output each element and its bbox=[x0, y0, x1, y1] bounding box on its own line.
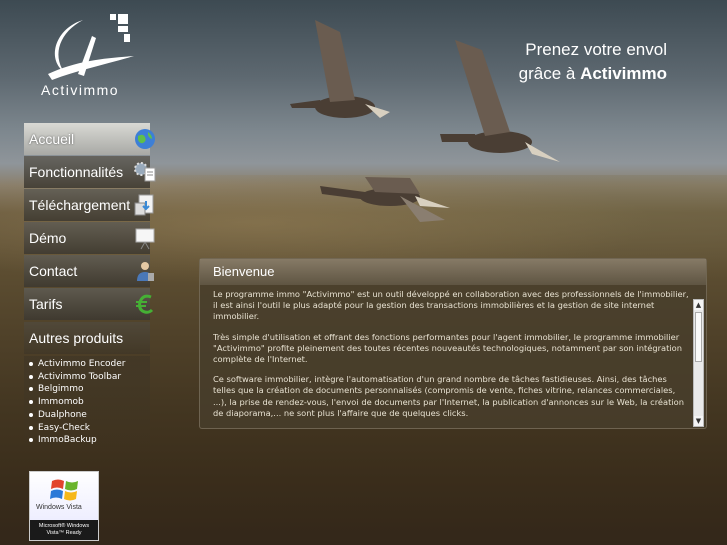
other-products-title: Autres produits bbox=[24, 322, 150, 354]
main-nav: Accueil Fonctionnalités Téléchargement D… bbox=[24, 123, 156, 321]
vista-logo-text: Windows Vista bbox=[36, 504, 82, 511]
nav-item-telechargement[interactable]: Téléchargement bbox=[24, 189, 154, 221]
welcome-scrollbar[interactable]: ▲ ▼ bbox=[693, 299, 704, 427]
welcome-paragraph: Ce software immobilier, intègre l'automa… bbox=[213, 374, 685, 418]
gears-document-icon bbox=[132, 160, 158, 184]
welcome-title: Bienvenue bbox=[200, 259, 706, 285]
vista-caption-line1: Microsoft® Windows bbox=[38, 523, 90, 529]
nav-item-label: Accueil bbox=[29, 131, 75, 147]
other-products-list: Activimmo Encoder Activimmo Toolbar Belg… bbox=[24, 356, 150, 452]
product-link[interactable]: Activimmo Toolbar bbox=[29, 371, 150, 384]
geese-illustration bbox=[290, 20, 560, 222]
nav-item-accueil[interactable]: Accueil bbox=[24, 123, 155, 155]
scroll-up-icon[interactable]: ▲ bbox=[694, 300, 703, 310]
presentation-board-icon bbox=[132, 226, 158, 250]
product-link[interactable]: Activimmo Encoder bbox=[29, 358, 150, 371]
nav-item-contact[interactable]: Contact bbox=[24, 255, 154, 287]
product-link[interactable]: Dualphone bbox=[29, 409, 150, 422]
welcome-paragraph: Le programme immo "Activimmo" est un out… bbox=[213, 289, 689, 322]
product-link[interactable]: ImmoBackup bbox=[29, 434, 150, 447]
nav-item-label: Tarifs bbox=[29, 296, 63, 312]
welcome-panel: Bienvenue Le programme immo "Activimmo" … bbox=[199, 258, 707, 429]
nav-item-label: Téléchargement bbox=[29, 197, 131, 213]
tagline-brand: Activimmo bbox=[580, 64, 667, 83]
globe-icon bbox=[132, 127, 158, 151]
scroll-thumb[interactable] bbox=[695, 312, 702, 362]
product-link[interactable]: Easy-Check bbox=[29, 422, 150, 435]
product-link[interactable]: Immomob bbox=[29, 396, 150, 409]
windows-logo-icon bbox=[50, 479, 78, 501]
product-link[interactable]: Belgimmo bbox=[29, 383, 150, 396]
nav-item-fonctionnalites[interactable]: Fonctionnalités bbox=[24, 156, 156, 188]
welcome-text[interactable]: Le programme immo "Activimmo" est un out… bbox=[213, 289, 691, 421]
vista-badge-top: Windows Vista bbox=[30, 472, 98, 520]
welcome-paragraph: Très simple d'utilisation et offrant des… bbox=[213, 331, 682, 365]
euro-icon bbox=[132, 292, 158, 316]
scroll-down-icon[interactable]: ▼ bbox=[694, 416, 703, 426]
vista-badge-caption: Microsoft® Windows Vista™ Ready bbox=[30, 520, 98, 540]
nav-item-label: Fonctionnalités bbox=[29, 164, 124, 180]
nav-item-demo[interactable]: Démo bbox=[24, 222, 155, 254]
person-phone-icon bbox=[132, 259, 158, 283]
nav-item-tarifs[interactable]: Tarifs bbox=[24, 288, 154, 320]
logo-text: Activimmo bbox=[41, 82, 120, 98]
vista-caption-line2: Vista™ Ready bbox=[46, 530, 82, 536]
windows-vista-badge[interactable]: Windows Vista Microsoft® Windows Vista™ … bbox=[29, 471, 99, 541]
nav-item-label: Contact bbox=[29, 263, 78, 279]
nav-item-label: Démo bbox=[29, 230, 67, 246]
download-icon bbox=[132, 193, 158, 217]
